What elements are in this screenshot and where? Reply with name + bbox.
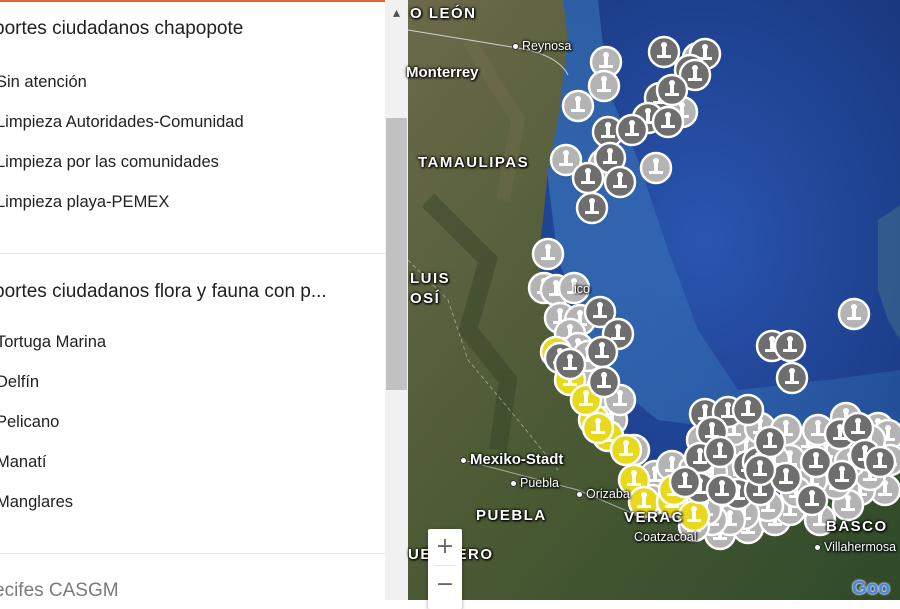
map-marker-dark[interactable] (753, 425, 787, 459)
map-marker-dark[interactable] (775, 361, 809, 395)
map-label-nuevo-leon: O LEÓN (410, 5, 477, 22)
city-dot (460, 456, 467, 464)
map-marker-light[interactable] (587, 69, 621, 103)
map-marker-light[interactable] (837, 297, 871, 331)
map-marker-dark[interactable] (603, 165, 637, 199)
legend-panel: portes ciudadanos chapopote Sin atención… (0, 0, 408, 600)
map-label-puebla-state: PUEBLA (476, 507, 547, 524)
zoom-control: + − (428, 529, 462, 609)
map-label-mexiko-stadt: Mexiko-Stadt (460, 451, 563, 468)
map-label-villahermosa-text: Villahermosa (824, 540, 897, 554)
scrollbar[interactable]: ▴ (385, 0, 408, 600)
map-label-monterrey: Monterrey (406, 64, 479, 81)
map-marker-yellow[interactable] (609, 433, 643, 467)
layer-item-pelicano[interactable]: Pelicano (0, 410, 59, 434)
section-title-chapopote[interactable]: portes ciudadanos chapopote (0, 18, 354, 40)
zoom-divider (434, 565, 456, 566)
map-marker-light[interactable] (561, 89, 595, 123)
map-marker-dark[interactable] (647, 35, 681, 69)
map-label-villahermosa: Villahermosa (814, 540, 896, 554)
layer-item-manati[interactable]: Manatí (0, 450, 46, 474)
map-marker-dark[interactable] (615, 113, 649, 147)
map-label-orizaba-text: Orizaba (586, 487, 630, 501)
map-label-tamaulipas: TAMAULIPAS (418, 154, 530, 171)
google-logo: Goo (852, 578, 890, 599)
map-marker-dark[interactable] (585, 335, 619, 369)
map-label-luis: LUIS (410, 270, 451, 287)
layer-item-tortuga-marina[interactable]: Tortuga Marina (0, 330, 106, 354)
zoom-in-button[interactable]: + (428, 529, 462, 563)
map-label-tabasco: BASCO (826, 518, 888, 535)
city-dot (512, 43, 519, 51)
map-marker-yellow[interactable] (581, 411, 615, 445)
section-title-arrecifes[interactable]: ecifes CASGM (0, 580, 354, 600)
scroll-up-icon[interactable]: ▴ (385, 0, 408, 24)
map-marker-dark[interactable] (731, 393, 765, 427)
map-label-coatzacoalcos: Coatzacoal (634, 530, 697, 544)
section-divider (0, 553, 385, 554)
map-label-potosi: OSÍ (410, 290, 441, 307)
map-marker-dark[interactable] (655, 73, 689, 107)
layer-item-limpieza-pemex[interactable]: Limpieza playa-PEMEX (0, 190, 169, 214)
layer-item-delfin[interactable]: Delfín (0, 370, 39, 394)
zoom-out-button[interactable]: − (428, 567, 462, 601)
map-label-puebla-city: Puebla (510, 476, 559, 490)
accent-top-line (0, 0, 385, 2)
map-marker-dark[interactable] (795, 483, 829, 517)
map-label-reynosa-text: Reynosa (522, 39, 572, 53)
section-title-flora-fauna[interactable]: portes ciudadanos flora y fauna con p... (0, 281, 354, 303)
map-marker-dark[interactable] (863, 445, 897, 479)
layer-item-sin-atencion[interactable]: Sin atención (0, 70, 87, 94)
city-dot (510, 480, 517, 488)
map-marker-dark[interactable] (841, 411, 875, 445)
map-marker-dark[interactable] (575, 191, 609, 225)
map-label-mexiko-stadt-text: Mexiko-Stadt (470, 451, 564, 468)
map-marker-light[interactable] (531, 237, 565, 271)
map-marker-dark[interactable] (651, 105, 685, 139)
map-marker-dark[interactable] (773, 329, 807, 363)
map-marker-dark[interactable] (668, 465, 702, 499)
map-label-veracruz: VERAC (624, 509, 685, 526)
layer-item-manglares[interactable]: Manglares (0, 490, 73, 514)
section-divider (0, 253, 385, 254)
city-dot (576, 491, 583, 499)
map-marker-dark[interactable] (825, 459, 859, 493)
city-dot (814, 544, 821, 552)
map-marker-dark[interactable] (705, 473, 739, 507)
map-label-puebla-city-text: Puebla (520, 476, 559, 490)
scroll-thumb[interactable] (386, 118, 407, 390)
map-marker-dark[interactable] (743, 453, 777, 487)
map-marker-dark[interactable] (587, 365, 621, 399)
layer-item-limpieza-autoridades[interactable]: Limpieza Autoridades-Comunidad (0, 110, 244, 134)
map-marker-light[interactable] (639, 151, 673, 185)
map-marker-dark[interactable] (703, 435, 737, 469)
map-marker-dark[interactable] (571, 161, 605, 195)
map-label-orizaba: Orizaba (576, 487, 630, 501)
map-marker-dark[interactable] (553, 347, 587, 381)
layer-item-limpieza-comunidades[interactable]: Limpieza por las comunidades (0, 150, 219, 174)
map-label-mexico-fragment: ico (574, 282, 590, 296)
map-label-reynosa: Reynosa (512, 39, 571, 53)
